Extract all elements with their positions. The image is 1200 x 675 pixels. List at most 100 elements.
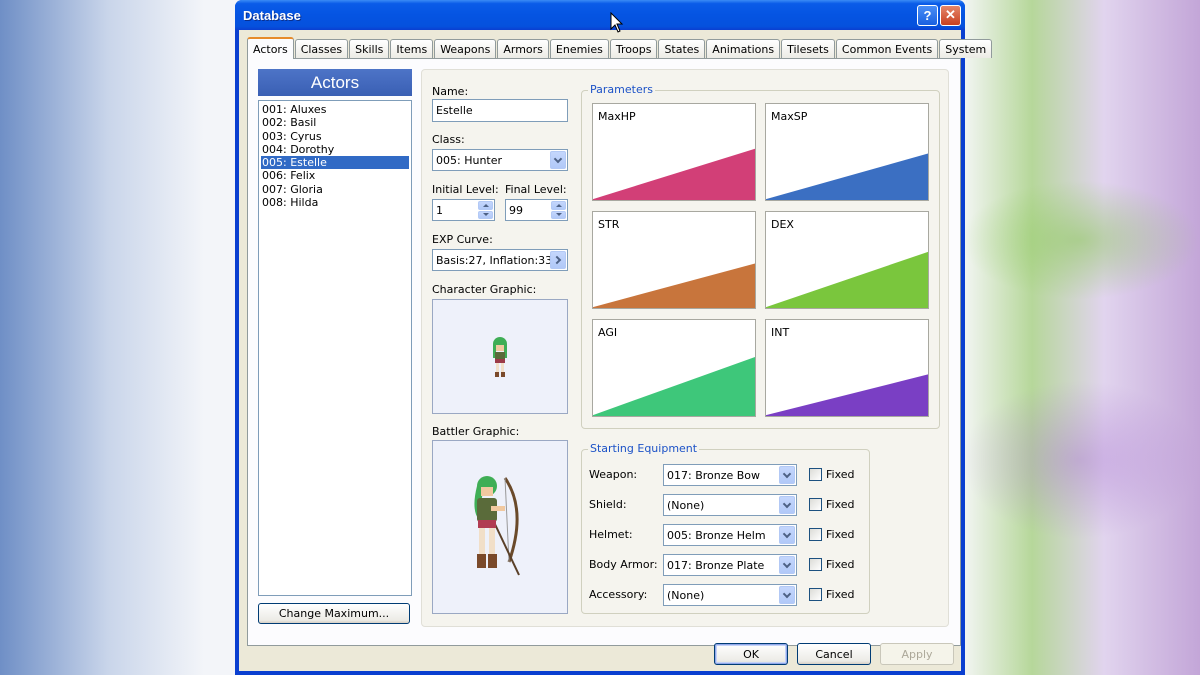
actor-list-item[interactable]: 006: Felix: [261, 169, 411, 182]
initial-level-spin-buttons[interactable]: [478, 201, 493, 219]
cancel-button[interactable]: Cancel: [797, 643, 871, 665]
equipment-select[interactable]: 017: Bronze Bow: [663, 464, 797, 486]
param-graph-str[interactable]: STR: [592, 211, 756, 309]
actor-list-item[interactable]: 007: Gloria: [261, 183, 411, 196]
tab-troops[interactable]: Troops: [609, 39, 658, 58]
apply-button[interactable]: Apply: [880, 643, 954, 665]
exp-curve-edit-button[interactable]: [550, 251, 566, 269]
exp-curve-label: EXP Curve:: [432, 233, 493, 246]
param-graph-int[interactable]: INT: [765, 319, 929, 417]
spin-down-icon[interactable]: [551, 210, 566, 219]
equipment-slot-label: Body Armor:: [589, 558, 658, 571]
change-maximum-button[interactable]: Change Maximum...: [258, 603, 410, 624]
initial-level-spinner[interactable]: 1: [432, 199, 495, 221]
tab-classes[interactable]: Classes: [294, 39, 349, 58]
tab-actors[interactable]: Actors: [247, 37, 294, 59]
parameters-title: Parameters: [588, 83, 655, 96]
equipment-select-value: 017: Bronze Bow: [667, 468, 761, 482]
chevron-down-icon: [782, 529, 792, 538]
window-title: Database: [243, 7, 301, 23]
equipment-select-value: 017: Bronze Plate: [667, 558, 765, 572]
fixed-label: Fixed: [826, 558, 855, 571]
equipment-dropdown-button[interactable]: [779, 556, 795, 574]
equipment-select[interactable]: 017: Bronze Plate: [663, 554, 797, 576]
chevron-down-icon: [782, 589, 792, 598]
actor-list-item[interactable]: 008: Hilda: [261, 196, 411, 209]
tab-enemies[interactable]: Enemies: [549, 39, 609, 58]
desktop-background-purple: [960, 380, 1200, 540]
equipment-dropdown-button[interactable]: [779, 526, 795, 544]
fixed-checkbox[interactable]: Fixed: [809, 498, 855, 511]
battler-graphic-box[interactable]: [432, 440, 568, 614]
actors-list-header: Actors: [258, 69, 412, 96]
actor-list-item[interactable]: 004: Dorothy: [261, 143, 411, 156]
tab-tilesets[interactable]: Tilesets: [781, 39, 835, 58]
tab-weapons[interactable]: Weapons: [434, 39, 497, 58]
spin-down-icon[interactable]: [478, 210, 493, 219]
starting-equipment-group: Starting Equipment Weapon: 017: Bronze Bo…: [581, 442, 870, 614]
param-name: MaxSP: [771, 110, 808, 123]
param-graph-agi[interactable]: AGI: [592, 319, 756, 417]
class-dropdown-button[interactable]: [550, 151, 566, 169]
title-bar[interactable]: Database ? ✕: [235, 0, 965, 30]
tab-items[interactable]: Items: [390, 39, 434, 58]
tab-armors[interactable]: Armors: [497, 39, 549, 58]
tab-states[interactable]: States: [658, 39, 706, 58]
checkbox-box[interactable]: [809, 498, 822, 511]
equipment-select[interactable]: (None): [663, 494, 797, 516]
param-curve: [593, 357, 755, 416]
actor-list[interactable]: 001: Aluxes 002: Basil 003: Cyrus 004: Doro…: [258, 100, 412, 596]
actor-list-item[interactable]: 003: Cyrus: [261, 130, 411, 143]
param-name: AGI: [598, 326, 618, 339]
equipment-select-value: (None): [667, 588, 705, 602]
tab-system[interactable]: System: [939, 39, 993, 58]
fixed-checkbox[interactable]: Fixed: [809, 468, 855, 481]
mouse-cursor-icon: [610, 12, 624, 33]
checkbox-box[interactable]: [809, 588, 822, 601]
checkbox-box[interactable]: [809, 528, 822, 541]
actor-list-item[interactable]: 005: Estelle: [261, 156, 409, 170]
param-graph-maxhp[interactable]: MaxHP: [592, 103, 756, 201]
fixed-label: Fixed: [826, 468, 855, 481]
character-sprite: [493, 336, 507, 377]
tab-strip: Actors Classes Skills Items Weapons Armors Ene…: [247, 37, 993, 59]
actor-list-item[interactable]: 001: Aluxes: [261, 103, 411, 116]
class-select[interactable]: 005: Hunter: [432, 149, 568, 171]
final-level-value: 99: [509, 203, 523, 217]
actor-list-item[interactable]: 002: Basil: [261, 116, 411, 129]
equipment-dropdown-button[interactable]: [779, 466, 795, 484]
class-select-value: 005: Hunter: [436, 153, 503, 167]
spin-up-icon[interactable]: [551, 201, 566, 210]
final-level-spinner[interactable]: 99: [505, 199, 568, 221]
tab-animations[interactable]: Animations: [706, 39, 781, 58]
fixed-checkbox[interactable]: Fixed: [809, 528, 855, 541]
chevron-down-icon: [782, 469, 792, 478]
equipment-select[interactable]: (None): [663, 584, 797, 606]
window-client: Actors Classes Skills Items Weapons Armors Ene…: [239, 30, 993, 671]
fixed-label: Fixed: [826, 588, 855, 601]
param-name: MaxHP: [598, 110, 636, 123]
checkbox-box[interactable]: [809, 468, 822, 481]
equipment-dropdown-button[interactable]: [779, 496, 795, 514]
equipment-select[interactable]: 005: Bronze Helm: [663, 524, 797, 546]
help-button[interactable]: ?: [917, 4, 938, 26]
fixed-checkbox[interactable]: Fixed: [809, 558, 855, 571]
close-button[interactable]: ✕: [940, 4, 961, 26]
fixed-checkbox[interactable]: Fixed: [809, 588, 855, 601]
exp-curve-field[interactable]: Basis:27, Inflation:33: [432, 249, 568, 271]
name-input[interactable]: Estelle: [432, 99, 568, 122]
checkbox-box[interactable]: [809, 558, 822, 571]
tab-skills[interactable]: Skills: [349, 39, 390, 58]
param-graph-dex[interactable]: DEX: [765, 211, 929, 309]
tab-common-events[interactable]: Common Events: [835, 39, 939, 58]
equipment-slot-label: Weapon:: [589, 468, 638, 481]
equipment-dropdown-button[interactable]: [779, 586, 795, 604]
character-graphic-box[interactable]: [432, 299, 568, 414]
actor-details-panel: Name: Estelle Class: 005: Hunter Initial…: [421, 69, 949, 627]
param-graph-maxsp[interactable]: MaxSP: [765, 103, 929, 201]
fixed-label: Fixed: [826, 498, 855, 511]
spin-up-icon[interactable]: [478, 201, 493, 210]
chevron-down-icon: [553, 154, 563, 163]
ok-button[interactable]: OK: [714, 643, 788, 665]
final-level-spin-buttons[interactable]: [551, 201, 566, 219]
